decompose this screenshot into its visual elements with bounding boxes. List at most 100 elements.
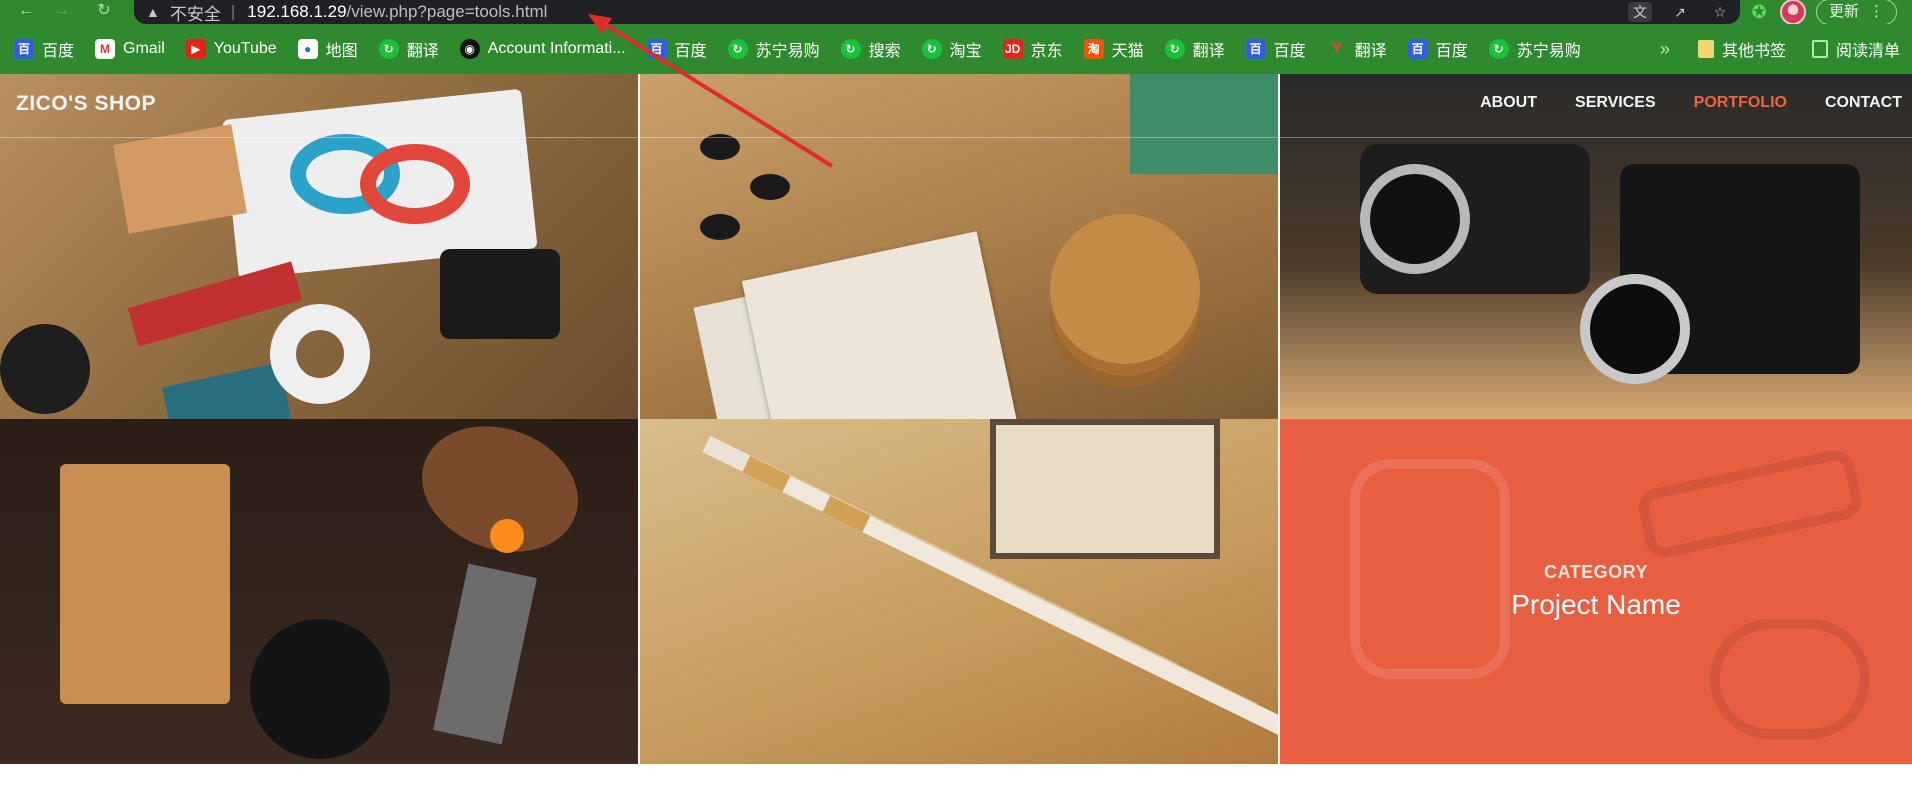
nav-portfolio[interactable]: PORTFOLIO <box>1694 94 1787 112</box>
bookmark-baidu[interactable]: 百百度 <box>14 34 82 64</box>
badge-shape <box>0 324 90 414</box>
translate-icon[interactable]: 文 <box>1628 2 1652 22</box>
bookmark-translate[interactable]: ↻ 翻译 <box>378 34 447 64</box>
bookmark-maps[interactable]: ● 地图 <box>297 34 366 64</box>
bookmark-tmall[interactable]: 淘天猫 <box>1083 34 1152 64</box>
ampersand-shape <box>270 304 370 404</box>
site-navbar: ZICO'S SHOP ABOUT SERVICES PORTFOLIO CON… <box>0 74 1912 138</box>
bookmark-youtube[interactable]: ▶ YouTube <box>185 34 285 64</box>
address-bar[interactable]: ▲ 不安全 | 192.168.1.29/view.php?page=tools… <box>134 0 1740 24</box>
portfolio-grid: CATEGORY Project Name <box>0 74 1912 764</box>
bookmark-label: 苏宁易购 <box>755 43 820 60</box>
baidu-icon: 百 <box>1245 39 1266 59</box>
coasters-shape <box>1050 214 1200 364</box>
url-path[interactable]: /view.php?page=tools.html <box>347 2 548 22</box>
share-icon[interactable]: ↗ <box>1668 2 1692 22</box>
bookmark-baidu-4[interactable]: 百百度 <box>1407 34 1476 64</box>
bookmark-star-icon[interactable]: ☆ <box>1708 2 1732 22</box>
back-icon[interactable]: ← <box>14 0 38 24</box>
baidu-icon: 百 <box>1407 39 1428 59</box>
nav-about[interactable]: ABOUT <box>1480 94 1537 112</box>
bookmark-taobao[interactable]: ↻ 淘宝 <box>921 34 990 64</box>
knife-shape <box>433 563 537 745</box>
maps-icon: ● <box>297 39 318 59</box>
bookmark-label: 搜索 <box>868 43 901 60</box>
bookmark-label: 翻译 <box>1192 43 1225 60</box>
chevron-double-right-icon: » <box>1660 38 1671 59</box>
portfolio-item-6[interactable]: CATEGORY Project Name <box>1280 419 1912 764</box>
portfolio-category: CATEGORY <box>1543 562 1648 582</box>
bookmark-label: 天猫 <box>1111 43 1144 60</box>
bookmark-translate-2[interactable]: ↻ 翻译 <box>1164 34 1233 64</box>
bookmark-baidu-3[interactable]: 百百度 <box>1245 34 1314 64</box>
bookmark-label: 翻译 <box>406 43 439 60</box>
youtube-icon: ▶ <box>185 39 206 59</box>
warning-triangle-icon[interactable]: ▲ <box>146 4 160 20</box>
url-host[interactable]: 192.168.1.29 <box>247 2 346 22</box>
reload-icon[interactable]: ↻ <box>92 0 116 24</box>
camera-lens-shape <box>1360 164 1470 274</box>
key-shape-2 <box>750 174 790 200</box>
bookmarks-overflow-chevron[interactable]: » <box>1660 24 1670 74</box>
bookmark-label: Gmail <box>123 40 165 57</box>
reading-list[interactable]: 阅读清单 <box>1812 24 1900 74</box>
youdao-icon: Y <box>1331 40 1342 57</box>
bookmark-label: 百度 <box>42 43 75 60</box>
key-shape-3 <box>700 214 740 240</box>
profile-avatar[interactable] <box>1780 0 1806 25</box>
extensions-puzzle-icon[interactable]: ✪ <box>1748 2 1770 23</box>
suning-icon: ↻ <box>727 39 748 59</box>
site-brand[interactable]: ZICO'S SHOP <box>16 92 156 116</box>
portfolio-item-4[interactable] <box>0 419 638 764</box>
folder-icon <box>1698 40 1714 58</box>
baidu-icon: 百 <box>14 39 34 59</box>
bookmark-label: 地图 <box>325 43 358 60</box>
baidu-icon: 百 <box>646 39 667 59</box>
crate-shape <box>990 419 1220 559</box>
update-label: 更新 <box>1829 3 1860 20</box>
bookmark-jd[interactable]: JD 京东 <box>1002 34 1071 64</box>
webpage: CATEGORY Project Name ZICO'S SHOP ABOUT … <box>0 74 1912 807</box>
browser-toolbar: ← → ↻ ▲ 不安全 | 192.168.1.29/view.php?page… <box>0 0 1912 25</box>
cutting-board-shape <box>60 464 230 704</box>
bookmark-label: 翻译 <box>1354 43 1387 60</box>
bookmark-gmail[interactable]: M Gmail <box>95 34 173 64</box>
camera-shape <box>440 249 560 339</box>
bookmark-label: 百度 <box>674 43 707 60</box>
gmail-icon: M <box>95 39 116 59</box>
taobao-icon: ↻ <box>921 39 942 59</box>
search-green-icon: ↻ <box>840 39 861 59</box>
translate-green-icon: ↻ <box>378 39 399 59</box>
bookmark-suning[interactable]: ↻ 苏宁易购 <box>727 34 828 64</box>
bookmark-label: Account Informati... <box>487 40 626 57</box>
forward-icon[interactable]: → <box>50 0 74 24</box>
bookmark-label: 淘宝 <box>949 43 982 60</box>
other-bookmarks-label: 其他书签 <box>1722 43 1787 60</box>
nav-services[interactable]: SERVICES <box>1575 94 1656 112</box>
account-icon: ◉ <box>459 39 480 59</box>
bookmark-account[interactable]: ◉ Account Informati... <box>459 34 634 64</box>
more-menu-icon[interactable]: ⋮ <box>1869 0 1884 24</box>
tmall-icon: 淘 <box>1083 39 1104 59</box>
bookmark-search[interactable]: ↻ 搜索 <box>840 34 909 64</box>
main-menu: ABOUT SERVICES PORTFOLIO CONTACT <box>1480 94 1902 112</box>
nav-contact[interactable]: CONTACT <box>1825 94 1902 112</box>
reading-list-icon <box>1812 40 1828 58</box>
suning-icon: ↻ <box>1488 39 1509 59</box>
bookmark-youdao[interactable]: Y 翻译 <box>1327 34 1395 64</box>
print-shape-2 <box>360 144 470 224</box>
other-bookmarks-folder[interactable]: 其他书签 <box>1698 24 1786 74</box>
bookmark-suning-2[interactable]: ↻ 苏宁易购 <box>1488 34 1589 64</box>
portfolio-item-5[interactable] <box>640 419 1278 764</box>
bookmarks-bar: 百百度 M Gmail ▶ YouTube ● 地图 ↻ 翻译 ◉ Account Inf… <box>0 24 1912 74</box>
address-separator: | <box>230 2 236 21</box>
bookmark-label: 苏宁易购 <box>1516 43 1581 60</box>
security-status[interactable]: 不安全 <box>170 0 221 25</box>
bookmark-label: YouTube <box>213 40 277 57</box>
bookmark-baidu-2[interactable]: 百百度 <box>646 34 715 64</box>
portfolio-hover-overlay[interactable]: CATEGORY Project Name <box>1280 419 1912 764</box>
update-button[interactable]: 更新 ⋮ <box>1816 0 1898 25</box>
jd-icon: JD <box>1002 39 1023 59</box>
notebook-shape <box>113 124 247 234</box>
bookmark-label: 百度 <box>1273 43 1306 60</box>
